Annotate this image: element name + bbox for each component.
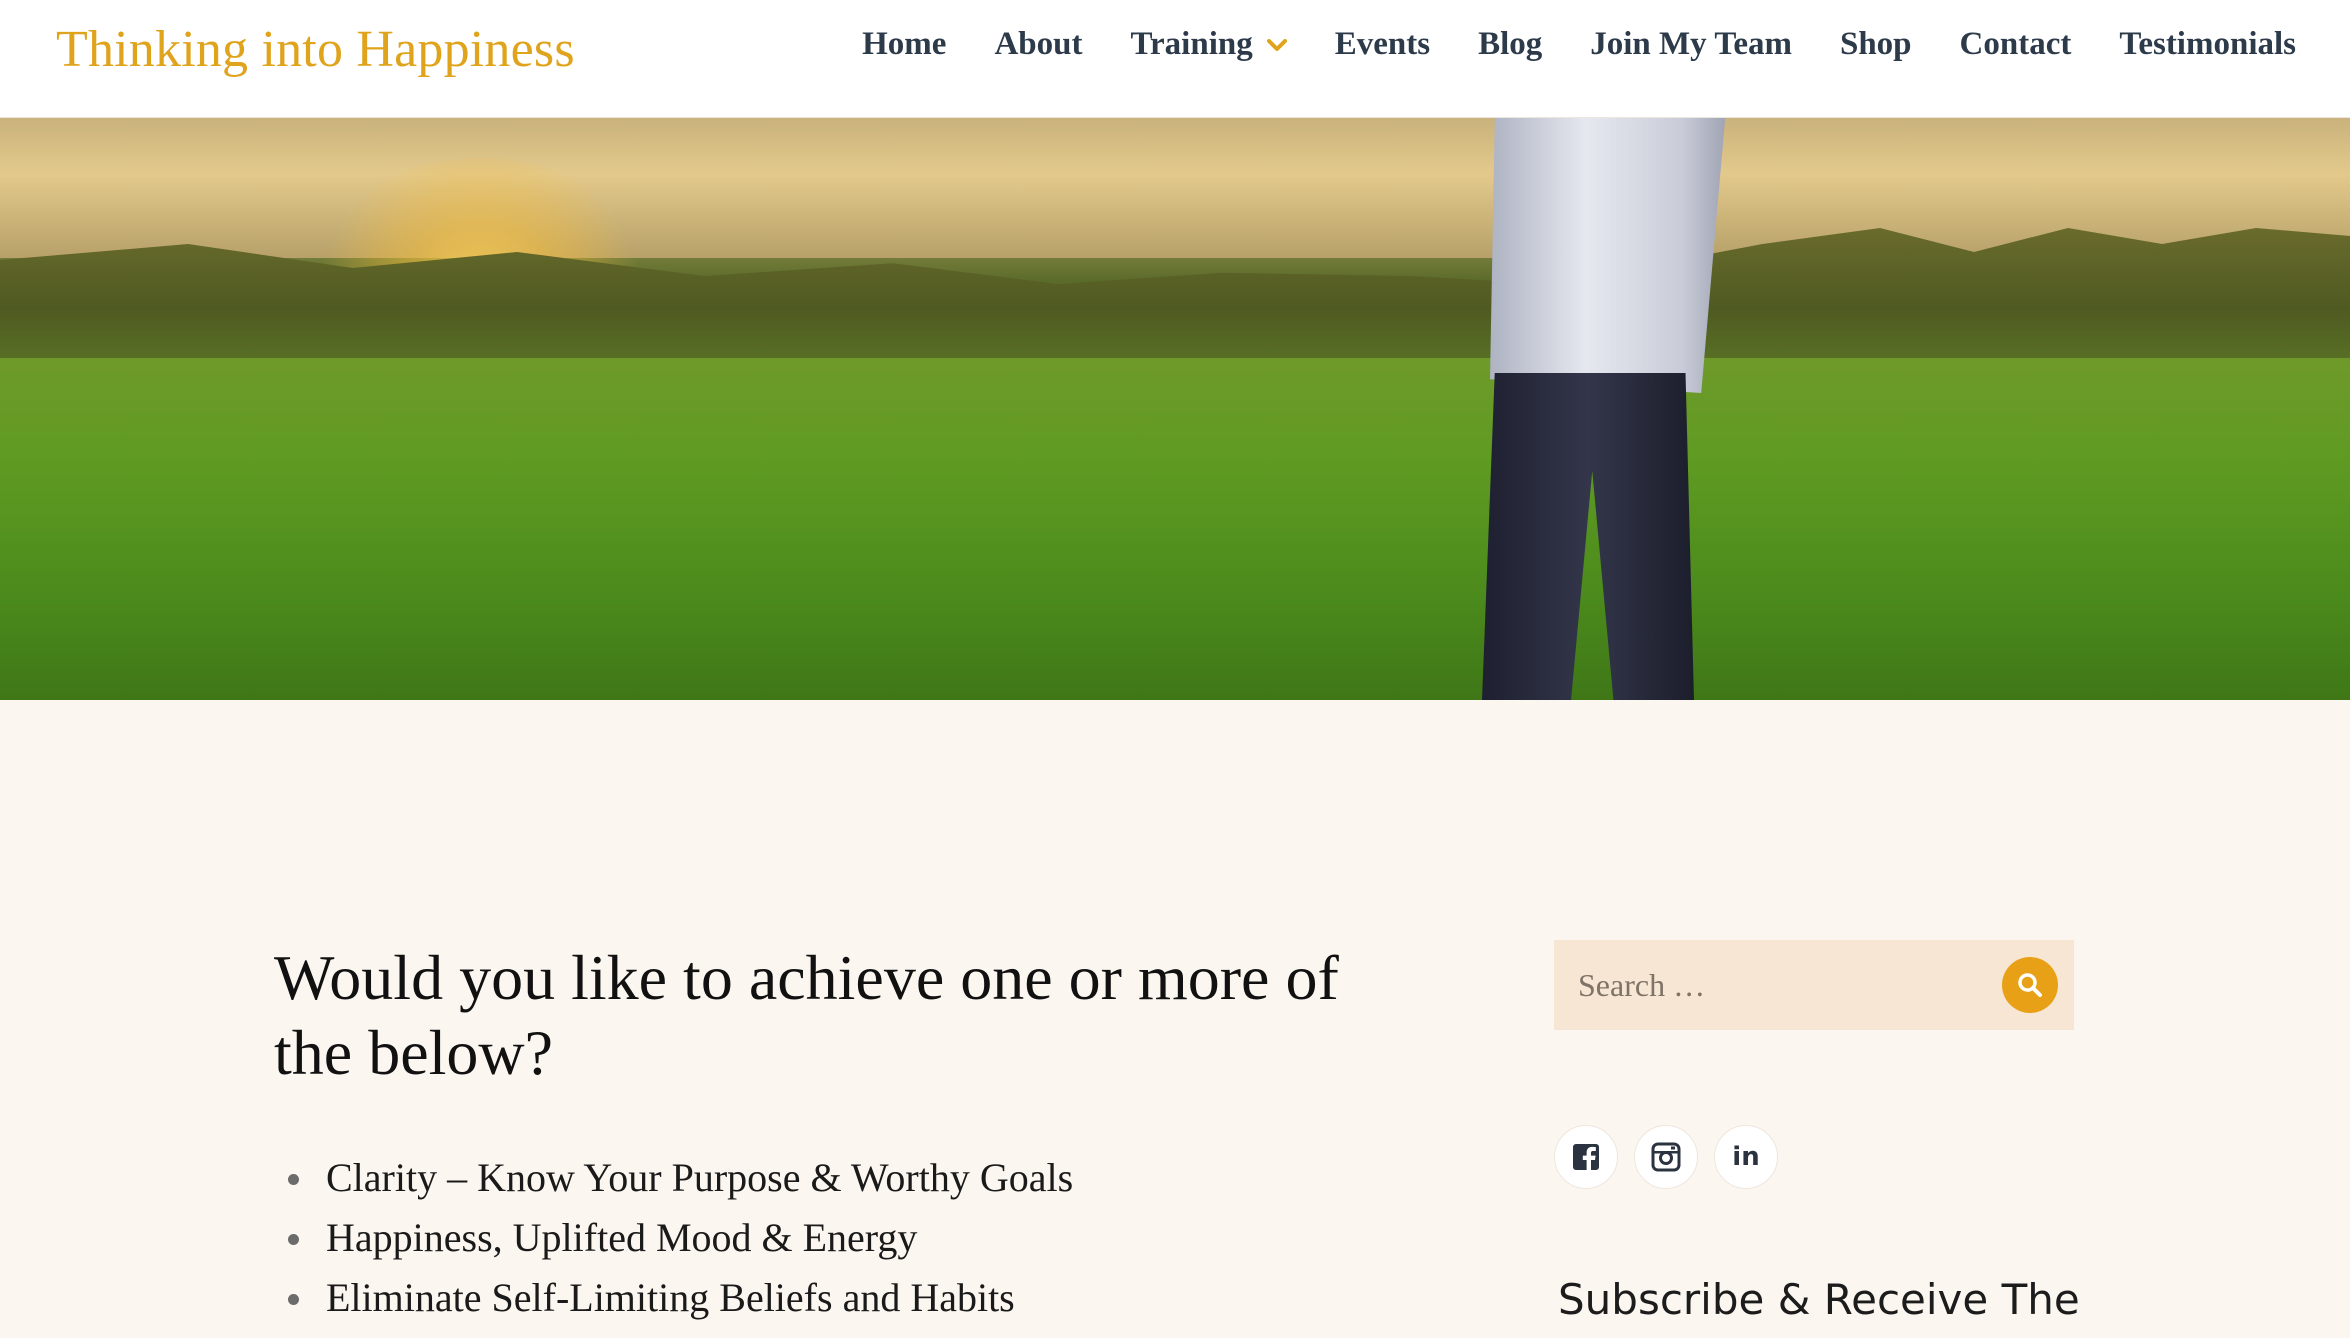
nav-testimonials-label: Testimonials [2119, 26, 2296, 62]
page-heading: Would you like to achieve one or more of… [274, 942, 1339, 1088]
subscribe-heading: Subscribe & Receive The [1558, 1275, 2080, 1324]
nav-shop-label: Shop [1839, 26, 1912, 62]
nav-shop[interactable]: Shop [1840, 26, 1912, 63]
nav-blog[interactable]: Blog [1478, 26, 1542, 63]
hero-image [0, 118, 2350, 700]
facebook-button[interactable] [1554, 1125, 1618, 1189]
linkedin-button[interactable]: in [1714, 1125, 1778, 1189]
search-form [1554, 940, 2074, 1030]
chevron-down-icon[interactable] [1266, 38, 1287, 52]
nav-blog-label: Blog [1478, 26, 1543, 62]
search-icon [2018, 973, 2042, 997]
nav-about-label: About [994, 26, 1083, 62]
list-item: Eliminate Self-Limiting Beliefs and Habi… [274, 1268, 1414, 1328]
nav-join-my-team[interactable]: Join My Team [1590, 26, 1792, 63]
main-nav: Home About Training Events Blog Join My … [862, 26, 2296, 63]
instagram-button[interactable] [1634, 1125, 1698, 1189]
main-content: Would you like to achieve one or more of… [274, 940, 1414, 1328]
nav-training[interactable]: Training [1130, 26, 1287, 63]
nav-about[interactable]: About [994, 26, 1082, 63]
site-title[interactable]: Thinking into Happiness [56, 20, 575, 79]
hero-grass-field [0, 358, 2350, 700]
nav-home-label: Home [862, 26, 947, 62]
social-links: in [1554, 1125, 1778, 1189]
search-input[interactable] [1554, 940, 2002, 1030]
linkedin-icon: in [1732, 1142, 1760, 1172]
nav-testimonials[interactable]: Testimonials [2119, 26, 2296, 63]
nav-join-my-team-label: Join My Team [1590, 26, 1792, 62]
nav-training-label: Training [1130, 26, 1253, 62]
nav-home[interactable]: Home [862, 26, 946, 63]
search-button[interactable] [2002, 957, 2058, 1013]
nav-events[interactable]: Events [1335, 26, 1430, 63]
nav-contact[interactable]: Contact [1960, 26, 2072, 63]
instagram-icon [1651, 1142, 1681, 1172]
list-item: Happiness, Uplifted Mood & Energy [274, 1208, 1414, 1268]
nav-contact-label: Contact [1959, 26, 2072, 62]
nav-events-label: Events [1334, 26, 1431, 62]
hero-person-shirt [1490, 118, 1726, 393]
site-header: Thinking into Happiness Home About Train… [0, 0, 2350, 118]
list-item: Clarity – Know Your Purpose & Worthy Goa… [274, 1148, 1414, 1208]
facebook-icon [1573, 1144, 1599, 1171]
benefits-list: Clarity – Know Your Purpose & Worthy Goa… [274, 1148, 1414, 1328]
